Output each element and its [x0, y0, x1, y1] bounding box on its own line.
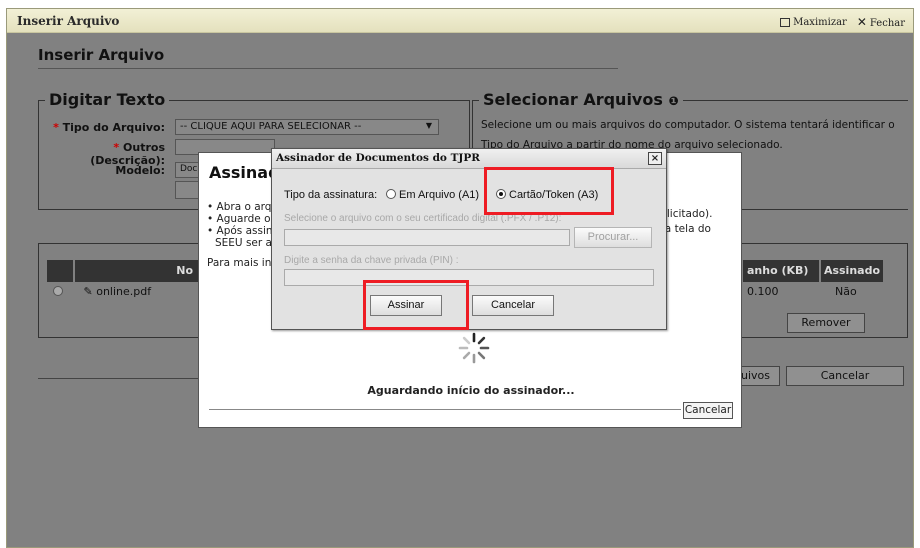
chevron-down-icon: ▼ — [425, 121, 432, 130]
remove-button[interactable]: Remover — [787, 313, 865, 333]
list-item: Aguarde o — [207, 213, 279, 225]
table-row[interactable]: ✎ online.pdf — [53, 282, 151, 302]
cancel-footer-button[interactable]: Cancelar — [786, 366, 904, 386]
modal-instructions: Abra o arqu Aguarde o Após assina — [207, 201, 279, 237]
waiting-message: Aguardando início do assinador... — [367, 384, 575, 397]
option-a1[interactable]: Em Arquivo (A1) — [386, 189, 479, 201]
modal-divider — [209, 409, 681, 410]
signature-type-label: Tipo da assinatura: — [284, 189, 378, 201]
digitar-texto-legend: Digitar Texto — [45, 90, 170, 109]
file-size: 0.100 — [747, 285, 779, 298]
pin-label: Digite a senha da chave privada (PIN) : — [284, 255, 459, 266]
window-titlebar: Inserir Arquivo Maximizar ✕ Fechar — [7, 9, 913, 33]
arquivos-button[interactable]: uivos — [738, 366, 780, 386]
close-icon: ✕ — [856, 15, 867, 29]
modelo-select[interactable]: Doc — [175, 162, 199, 178]
list-item: Após assina — [207, 225, 279, 237]
radio-a1[interactable] — [386, 189, 396, 199]
tipo-arquivo-select[interactable]: -- CLIQUE AQUI PARA SELECIONAR -- ▼ — [175, 119, 439, 135]
modal-title: Assinad — [209, 163, 280, 182]
pencil-icon: ✎ — [83, 285, 93, 298]
selecionar-arquivos-legend: Selecionar Arquivos ❶ — [479, 90, 683, 109]
list-item-continuation: SEEU ser a — [215, 237, 272, 249]
modal-more-info: Para mais inf — [207, 257, 276, 269]
table-header-select — [47, 260, 73, 282]
maximize-icon — [780, 17, 791, 27]
table-header-name: No — [75, 260, 201, 282]
table-header-size: anho (KB) — [743, 260, 819, 282]
modelo-label: Modelo: — [115, 164, 165, 177]
pin-field[interactable] — [284, 269, 654, 286]
tipo-arquivo-label: * Tipo do Arquivo: — [53, 121, 165, 134]
browse-button[interactable]: Procurar... — [574, 227, 652, 248]
signer-title: Assinador de Documentos do TJPR — [276, 152, 480, 164]
maximize-button[interactable]: Maximizar — [780, 17, 847, 28]
loading-spinner-icon — [458, 332, 490, 364]
info-icon: ❶ — [668, 94, 679, 108]
signer-titlebar: Assinador de Documentos do TJPR × — [272, 149, 666, 169]
selecionar-arquivos-help-1: Selecione um ou mais arquivos do computa… — [481, 119, 895, 131]
modelo-button[interactable] — [175, 181, 199, 199]
signer-close-button[interactable]: × — [648, 152, 662, 165]
certificate-file-field[interactable] — [284, 229, 570, 246]
close-button[interactable]: ✕ Fechar — [857, 15, 905, 29]
table-header-signed: Assinado — [821, 260, 883, 282]
row-select-radio[interactable] — [53, 286, 63, 296]
file-signed: Não — [835, 285, 857, 298]
window-title: Inserir Arquivo — [17, 14, 120, 28]
modal-cancel-button[interactable]: Cancelar — [683, 402, 733, 419]
close-icon: × — [650, 153, 660, 164]
highlight-a3-option — [484, 167, 614, 215]
highlight-sign-button — [363, 280, 469, 330]
list-item: Abra o arqu — [207, 201, 279, 213]
signer-cancel-button[interactable]: Cancelar — [472, 295, 554, 316]
file-name: online.pdf — [96, 285, 152, 298]
page-title: Inserir Arquivo — [38, 46, 618, 69]
